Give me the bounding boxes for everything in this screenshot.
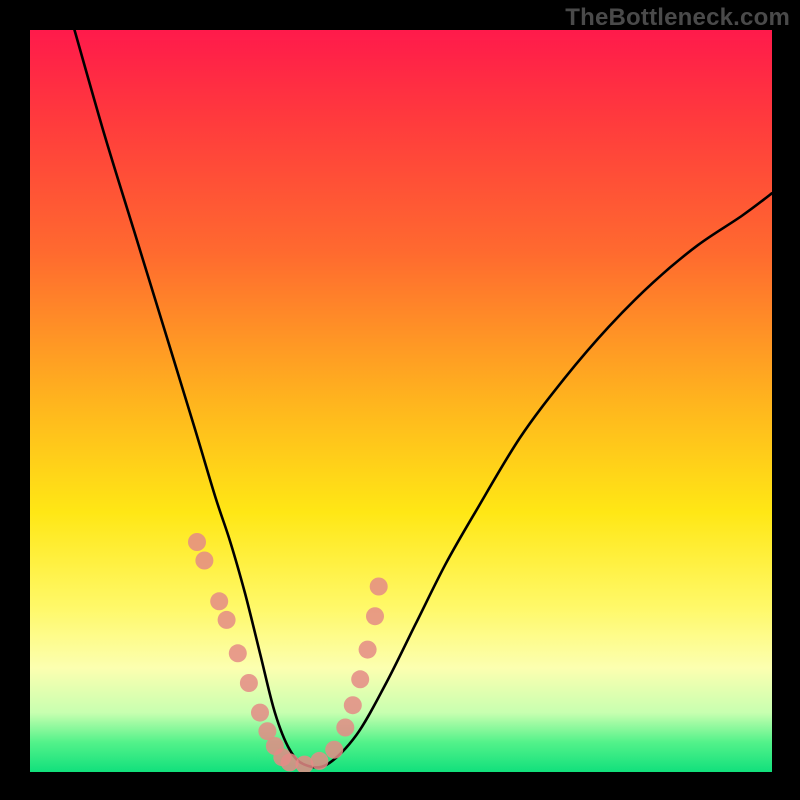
highlight-dot [296,756,314,772]
highlight-dots [188,533,388,772]
highlight-dot [251,704,269,722]
plot-area [30,30,772,772]
highlight-dot [240,674,258,692]
highlight-dot [351,670,369,688]
highlight-dot [210,592,228,610]
chart-frame: TheBottleneck.com [0,0,800,800]
highlight-dot [229,644,247,662]
watermark-text: TheBottleneck.com [565,4,790,32]
highlight-dot [218,611,236,629]
highlight-dot [325,741,343,759]
highlight-dot [370,578,388,596]
highlight-dot [359,641,377,659]
highlight-dot [336,719,354,737]
bottleneck-curve [75,30,773,767]
highlight-dot [344,696,362,714]
highlight-dot [195,552,213,570]
highlight-dot [310,752,328,770]
highlight-dot [188,533,206,551]
highlight-dot [366,607,384,625]
chart-svg [30,30,772,772]
bottleneck-curve-path [75,30,773,767]
